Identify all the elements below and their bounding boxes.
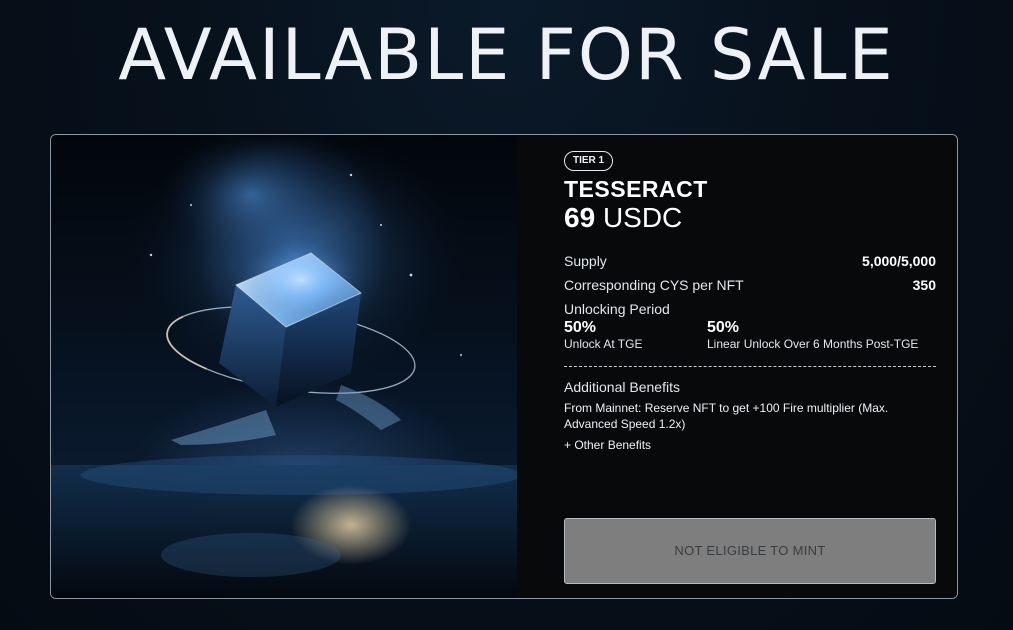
glowing-cube-artwork-icon [51, 135, 517, 598]
benefits-title: Additional Benefits [564, 379, 680, 395]
unlock-item: 50% Linear Unlock Over 6 Months Post-TGE [707, 319, 918, 351]
benefit-item: From Mainnet: Reserve NFT to get +100 Fi… [564, 401, 889, 431]
unlock-percent: 50% [564, 319, 597, 336]
page-title: AVAILABLE FOR SALE [118, 14, 895, 96]
product-info-panel: TIER 1 TESSERACT 69 USDC Supply 5,000/5,… [517, 135, 957, 598]
price-currency: USDC [602, 202, 683, 233]
product-price: 69 USDC [564, 201, 682, 235]
product-card: TIER 1 TESSERACT 69 USDC Supply 5,000/5,… [50, 134, 958, 599]
mint-button[interactable]: NOT ELIGIBLE TO MINT [564, 518, 936, 584]
unlock-percent: 50% [707, 319, 740, 336]
unlocking-period-label: Unlocking Period [564, 301, 670, 317]
cys-value: 350 [912, 277, 936, 293]
product-image [51, 135, 517, 598]
price-amount: 69 [564, 202, 596, 233]
divider [564, 366, 936, 367]
unlock-description: Unlock At TGE [564, 337, 643, 351]
supply-value: 5,000/5,000 [862, 253, 936, 269]
tier-badge: TIER 1 [564, 151, 614, 171]
product-name: TESSERACT [564, 176, 708, 202]
cys-label: Corresponding CYS per NFT [564, 277, 744, 293]
unlock-description: Linear Unlock Over 6 Months Post-TGE [707, 337, 919, 351]
supply-label: Supply [564, 253, 607, 269]
benefit-item: + Other Benefits [564, 438, 652, 452]
unlock-item: 50% Unlock At TGE [564, 319, 642, 351]
